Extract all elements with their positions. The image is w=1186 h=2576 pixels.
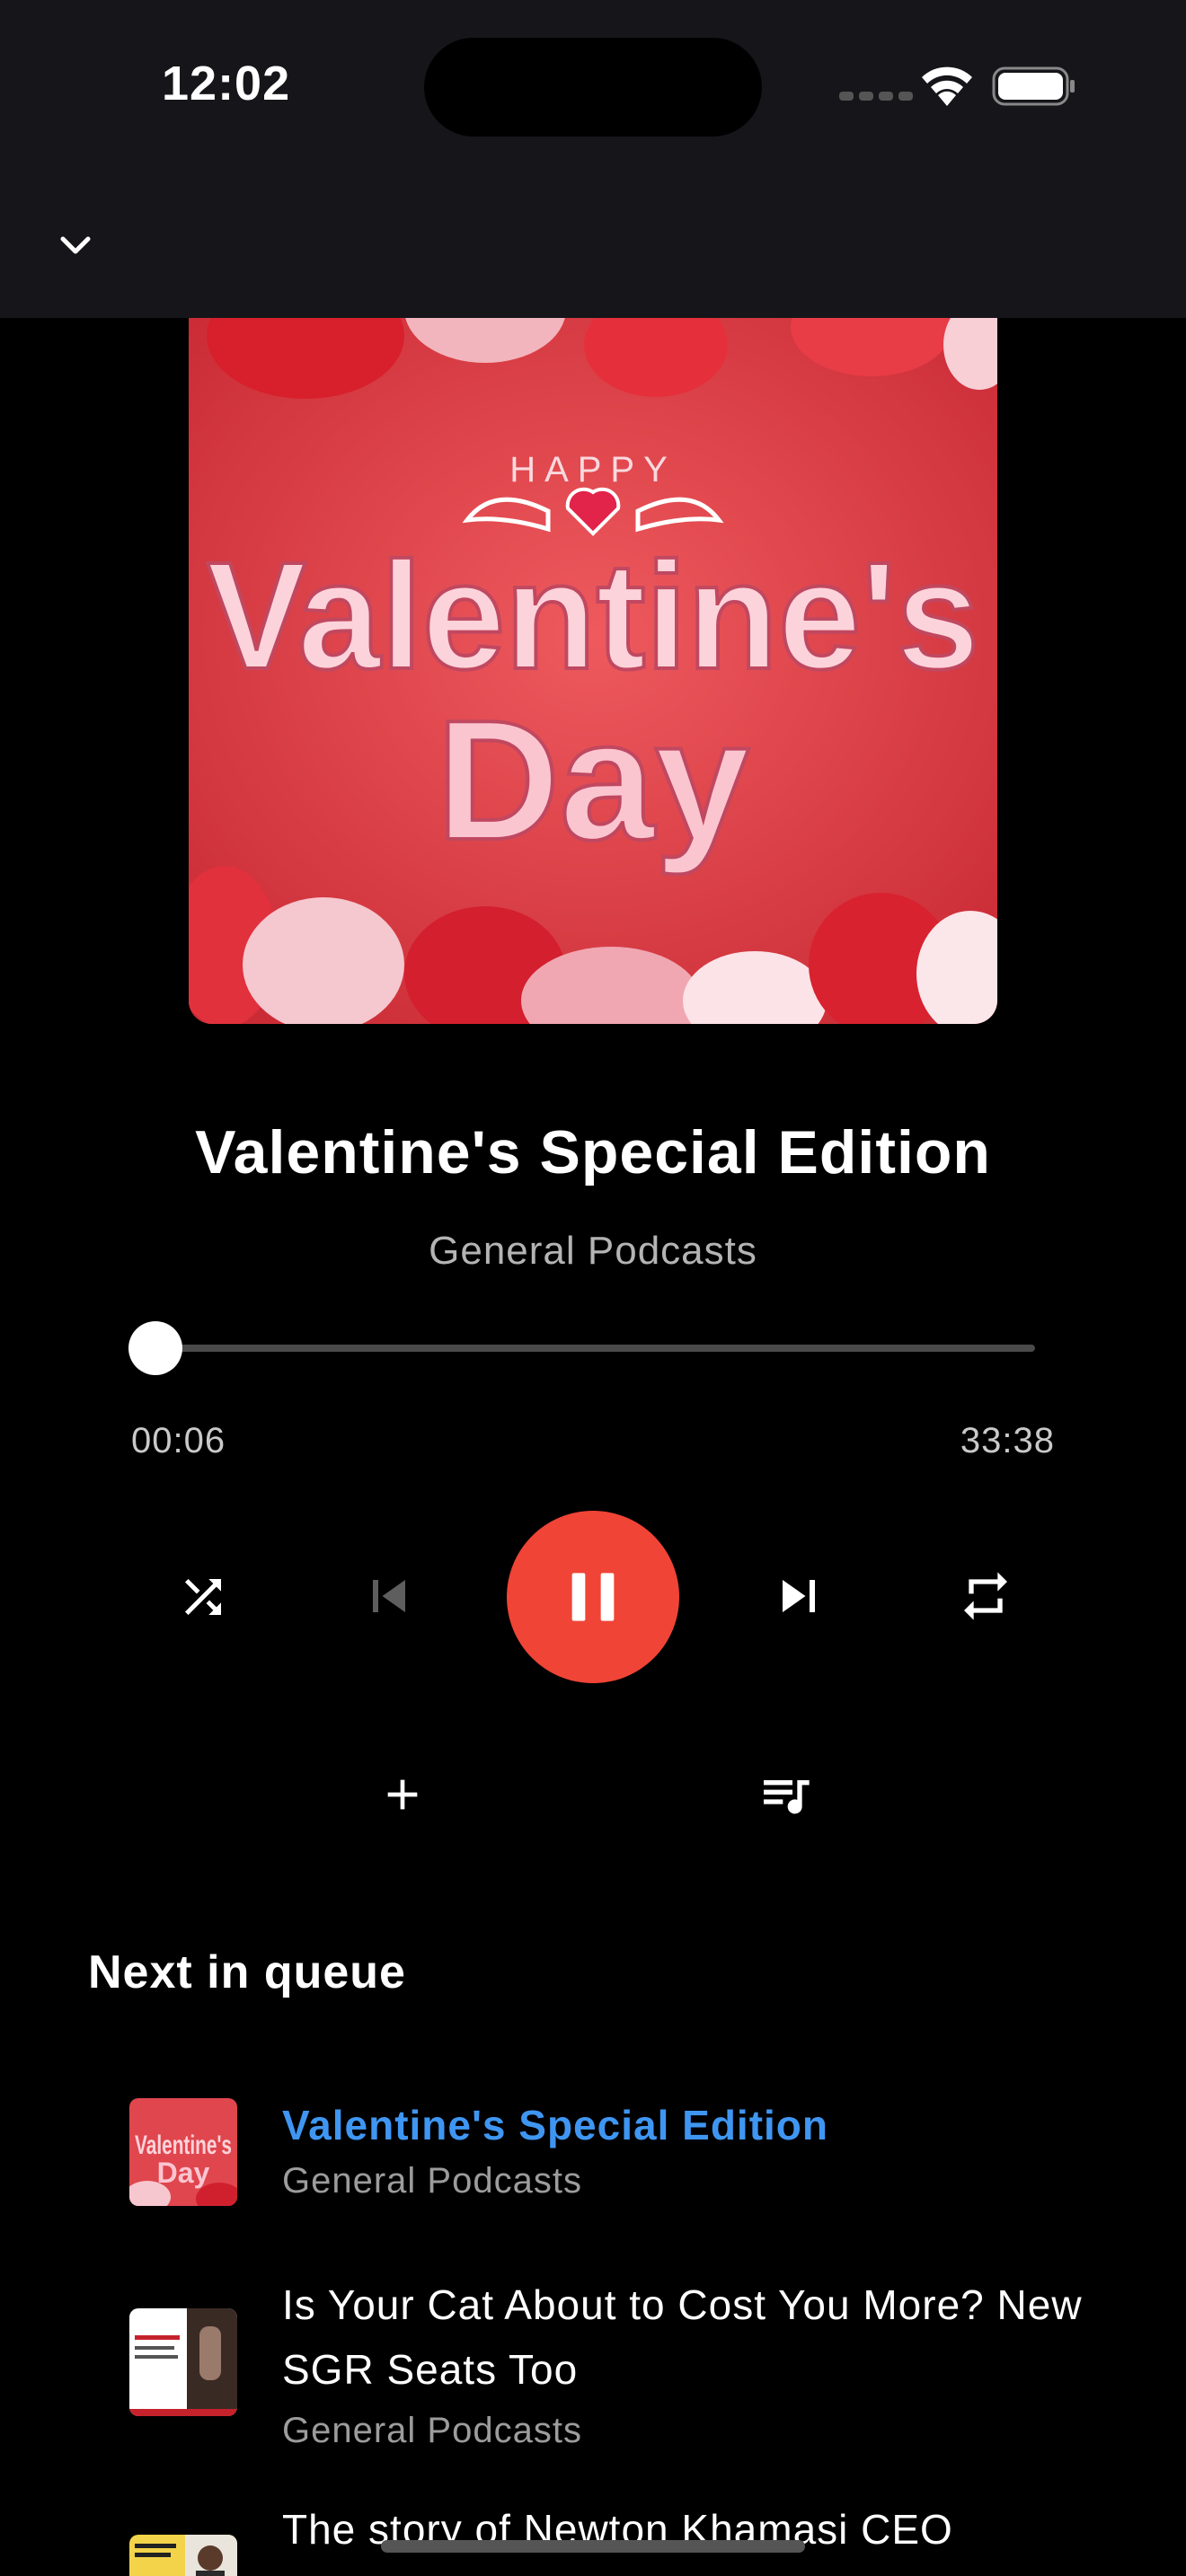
artwork-valentines-text: Valentine's — [207, 531, 979, 701]
now-playing-title: Valentine's Special Edition — [195, 1118, 991, 1187]
dynamic-island — [424, 38, 762, 137]
home-indicator[interactable] — [381, 2540, 805, 2553]
queue-item-title: Valentine's Special Edition — [282, 2102, 828, 2148]
next-button[interactable] — [760, 1557, 837, 1635]
queue-item-thumbnail: Valentine's Day — [129, 2098, 237, 2206]
playback-progress-bar[interactable] — [128, 1321, 1035, 1375]
skip-previous-icon — [373, 1580, 405, 1612]
repeat-icon — [964, 1572, 1007, 1620]
plus-icon — [387, 1779, 418, 1810]
queue-item[interactable]: Is Your Cat About to Cost You More? New … — [0, 2272, 1186, 2452]
wifi-icon — [922, 66, 972, 106]
chevron-down-icon — [60, 236, 91, 254]
pause-icon — [571, 1573, 615, 1621]
queue-heading: Next in queue — [88, 1946, 406, 1998]
repeat-button[interactable] — [949, 1559, 1022, 1633]
episode-artwork: HAPPY Valentine's Day — [189, 318, 997, 1024]
artwork-happy-text: HAPPY — [509, 450, 677, 490]
queue-music-icon — [764, 1780, 810, 1814]
queue-item[interactable]: Valentine's Day Valentine's Special Edit… — [0, 2093, 1186, 2219]
queue-item-thumbnail — [129, 2308, 237, 2416]
now-playing-podcast: General Podcasts — [429, 1229, 757, 1273]
svg-text:Day: Day — [157, 2157, 210, 2189]
queue-item-title: Is Your Cat About to Cost You More? New … — [282, 2281, 1083, 2393]
status-time: 12:02 — [162, 57, 291, 110]
shuffle-button[interactable] — [167, 1561, 239, 1633]
artwork-day-text: Day — [437, 685, 750, 876]
queue-item-podcast: General Podcasts — [282, 2161, 582, 2201]
add-to-playlist-button[interactable] — [368, 1760, 437, 1829]
progress-thumb[interactable] — [128, 1321, 182, 1375]
queue-item[interactable]: The story of Newton Khamasi CEO — [0, 2497, 1186, 2576]
shuffle-icon — [185, 1579, 221, 1615]
collapse-player-button[interactable] — [50, 221, 101, 271]
previous-button[interactable] — [350, 1557, 428, 1635]
queue-item-thumbnail — [129, 2535, 237, 2576]
queue-item-podcast: General Podcasts — [282, 2411, 582, 2450]
player-header — [0, 171, 1186, 318]
elapsed-time: 00:06 — [131, 1421, 226, 1460]
queue-button[interactable] — [749, 1759, 821, 1831]
status-bar: 12:02 — [0, 0, 1186, 171]
battery-icon — [992, 66, 1075, 106]
total-time: 33:38 — [960, 1421, 1055, 1460]
cellular-signal-icon — [839, 92, 913, 101]
play-pause-button[interactable] — [507, 1511, 679, 1683]
skip-next-icon — [783, 1580, 815, 1612]
